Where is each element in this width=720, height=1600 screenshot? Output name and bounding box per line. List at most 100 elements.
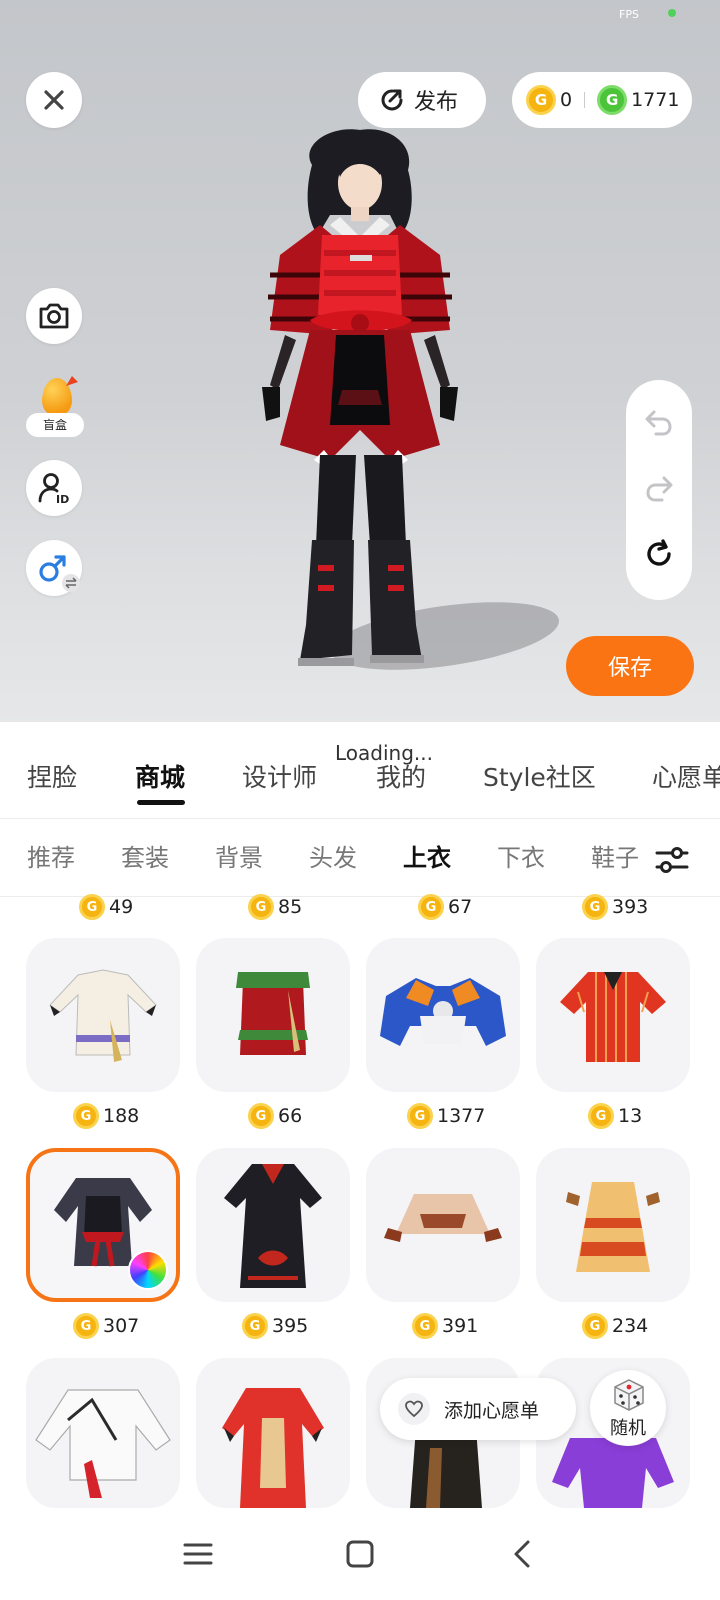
wishlist-label: 添加心愿单 xyxy=(444,1399,540,1422)
loading-text: Loading... xyxy=(335,741,433,765)
price-value: 13 xyxy=(618,1105,643,1127)
coin-icon: G xyxy=(73,1313,99,1339)
coin-icon: G xyxy=(248,894,274,920)
price-value: 391 xyxy=(442,1315,479,1337)
item-card[interactable] xyxy=(196,938,350,1092)
redo-button[interactable] xyxy=(643,472,675,504)
category-bottoms[interactable]: 下衣 xyxy=(497,838,545,873)
category-recommended[interactable]: 推荐 xyxy=(27,838,75,873)
red-long-coat-image xyxy=(222,1388,324,1508)
back-chevron-icon xyxy=(514,1540,530,1568)
gold-coin-icon: G xyxy=(526,85,556,115)
reset-icon xyxy=(647,539,671,566)
black-cloud-coat-image xyxy=(224,1164,322,1288)
close-button[interactable] xyxy=(26,72,82,128)
item-card[interactable] xyxy=(26,938,180,1092)
camera-icon xyxy=(39,303,69,329)
tab-designer[interactable]: 设计师 xyxy=(242,758,317,794)
item-card[interactable] xyxy=(196,1358,350,1508)
avatar-scene[interactable]: FPS 发布 G 0 G 1771 盲盒 ID 保存 xyxy=(0,0,720,722)
currency-balance[interactable]: G 0 G 1771 xyxy=(512,72,692,128)
item-price: G 395 xyxy=(242,1313,308,1339)
item-card[interactable] xyxy=(536,938,690,1092)
price-value: 234 xyxy=(612,1315,649,1337)
white-red-shirt-image xyxy=(35,1389,171,1498)
item-price: G 391 xyxy=(412,1313,478,1339)
yellow-red-poncho-image xyxy=(566,1182,660,1272)
item-price: G 66 xyxy=(248,1103,302,1129)
price-value: 66 xyxy=(278,1105,303,1127)
redo-icon xyxy=(646,476,673,502)
category-shoes[interactable]: 鞋子 xyxy=(591,838,639,873)
filter-sliders-icon xyxy=(655,847,689,873)
undo-button[interactable] xyxy=(643,406,675,438)
coin-icon: G xyxy=(79,894,105,920)
avatar-id-button[interactable]: ID xyxy=(26,460,82,516)
item-card[interactable] xyxy=(366,938,520,1092)
price-value: 188 xyxy=(103,1105,140,1127)
filter-button[interactable] xyxy=(652,840,692,880)
price-value: 395 xyxy=(272,1315,309,1337)
category-background[interactable]: 背景 xyxy=(215,838,263,873)
item-card[interactable] xyxy=(536,1148,690,1302)
price-value: 85 xyxy=(278,896,303,918)
item-price: G 1377 xyxy=(407,1103,485,1129)
fps-label: FPS xyxy=(619,8,639,21)
tab-divider xyxy=(0,818,720,819)
green-coin-value: 1771 xyxy=(631,89,680,111)
coin-icon: G xyxy=(582,1313,608,1339)
blindbox-label: 盲盒 xyxy=(26,413,84,437)
add-to-wishlist-button[interactable]: 添加心愿单 xyxy=(380,1378,576,1440)
coin-icon: G xyxy=(242,1313,268,1339)
active-tab-indicator xyxy=(137,800,185,805)
coin-icon: G xyxy=(248,1103,274,1129)
back-button[interactable] xyxy=(502,1536,542,1572)
tab-wishlist[interactable]: 心愿单 xyxy=(652,758,720,794)
green-coin-icon: G xyxy=(597,85,628,115)
recent-apps-button[interactable] xyxy=(178,1536,218,1572)
item-card[interactable] xyxy=(26,1358,180,1508)
user-id-icon: ID xyxy=(38,473,69,505)
ribbon-icon xyxy=(66,376,78,386)
menu-icon xyxy=(183,1543,213,1565)
tab-face[interactable]: 捏脸 xyxy=(27,758,77,794)
gold-coin-value: 0 xyxy=(560,89,573,111)
category-tops[interactable]: 上衣 xyxy=(403,838,451,873)
publish-icon xyxy=(381,89,403,111)
category-hair[interactable]: 头发 xyxy=(309,838,357,873)
item-price: G 188 xyxy=(73,1103,139,1129)
coin-icon: G xyxy=(588,1103,614,1129)
heart-icon-wrap xyxy=(398,1393,430,1425)
category-outfits[interactable]: 套装 xyxy=(121,838,169,873)
gender-switch-button[interactable] xyxy=(26,540,82,596)
color-variant-icon[interactable] xyxy=(128,1250,168,1290)
price-value: 393 xyxy=(612,896,649,918)
item-card-selected[interactable] xyxy=(26,1148,180,1302)
tab-shop[interactable]: 商城 xyxy=(135,758,185,794)
save-button[interactable]: 保存 xyxy=(566,636,694,696)
undo-icon xyxy=(645,410,672,436)
close-icon xyxy=(44,90,64,110)
random-button[interactable]: 随机 xyxy=(590,1370,666,1446)
reset-button[interactable] xyxy=(643,538,675,570)
coin-icon: G xyxy=(407,1103,433,1129)
fps-indicator xyxy=(668,9,676,17)
home-button[interactable] xyxy=(340,1536,380,1572)
history-controls xyxy=(626,380,692,600)
home-square-icon xyxy=(346,1540,374,1568)
coin-icon: G xyxy=(412,1313,438,1339)
red-striped-shirt-image xyxy=(560,972,666,1062)
publish-button[interactable]: 发布 xyxy=(358,72,486,128)
svg-text:ID: ID xyxy=(56,493,69,505)
red-green-vest-image xyxy=(236,972,310,1055)
item-price: G 49 xyxy=(79,894,133,920)
swap-icon xyxy=(62,574,80,592)
item-card[interactable] xyxy=(366,1148,520,1302)
camera-button[interactable] xyxy=(26,288,82,344)
coin-icon: G xyxy=(73,1103,99,1129)
price-value: 1377 xyxy=(437,1105,486,1127)
dice-icon xyxy=(614,1379,644,1411)
item-card[interactable] xyxy=(196,1148,350,1302)
item-price: G 67 xyxy=(418,894,472,920)
tab-style-community[interactable]: Style社区 xyxy=(483,758,596,794)
